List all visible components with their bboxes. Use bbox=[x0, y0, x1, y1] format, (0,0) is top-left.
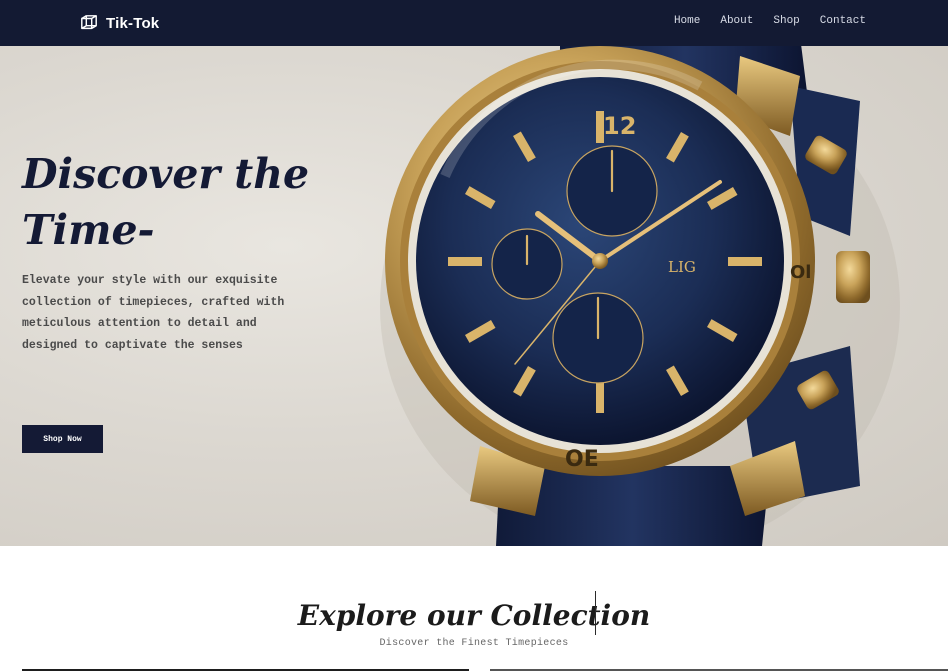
shop-now-button[interactable]: Shop Now bbox=[22, 425, 103, 453]
hero-description: Elevate your style with our exquisite co… bbox=[22, 274, 285, 352]
hero-title: Discover the Time- bbox=[22, 146, 322, 258]
brand-name: Tik-Tok bbox=[106, 14, 160, 32]
hero-title-line-1: Discover the bbox=[22, 150, 310, 198]
cube-icon bbox=[81, 15, 97, 30]
nav-about-link[interactable]: About bbox=[720, 15, 753, 27]
collection-subtitle: Discover the Finest Timepieces bbox=[379, 638, 569, 649]
svg-text:Ol: Ol bbox=[790, 262, 811, 283]
main-nav: Home About Shop Contact bbox=[674, 15, 866, 27]
collection-title: Explore our Collection bbox=[297, 599, 651, 632]
nav-home-link[interactable]: Home bbox=[674, 15, 700, 27]
nav-contact-link[interactable]: Contact bbox=[820, 15, 866, 27]
svg-text:OE: OE bbox=[565, 447, 599, 472]
hero-title-line-2: Time- bbox=[22, 206, 155, 254]
nav-shop-link[interactable]: Shop bbox=[773, 15, 799, 27]
text-cursor bbox=[595, 591, 596, 635]
watch-logo: LIG bbox=[668, 258, 696, 276]
svg-text:12: 12 bbox=[603, 112, 636, 140]
navbar: Tik-Tok Home About Shop Contact bbox=[0, 0, 948, 46]
brand-logo[interactable]: Tik-Tok bbox=[80, 11, 159, 35]
hero-section: OE Ol 12 LIG Discover the Time- Elevate … bbox=[0, 46, 948, 546]
